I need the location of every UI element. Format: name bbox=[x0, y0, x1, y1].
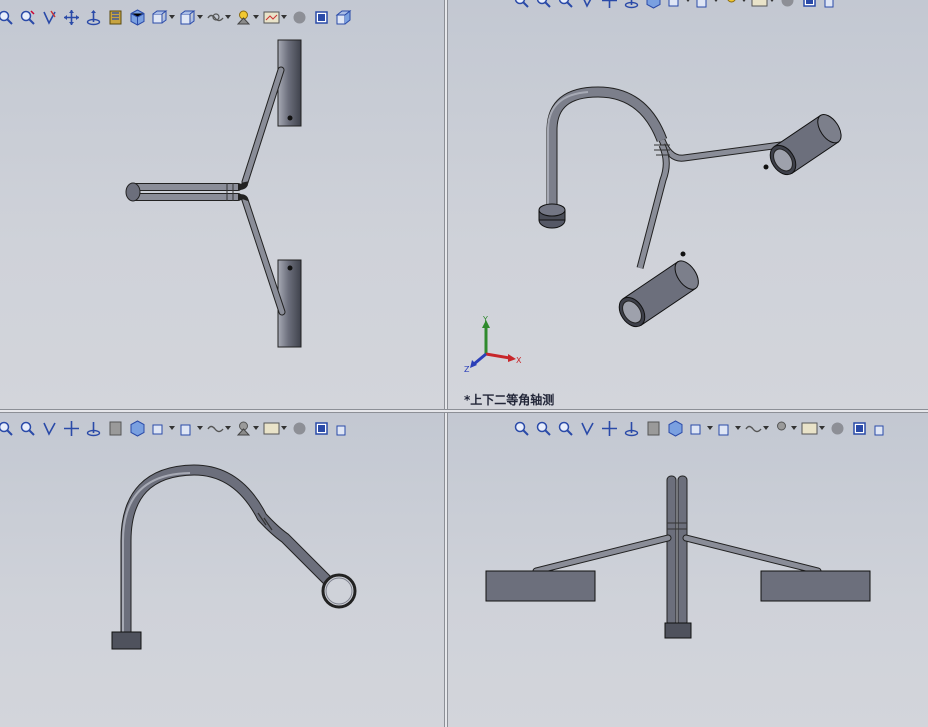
top-view-viewport[interactable] bbox=[0, 0, 444, 409]
front-view-viewport[interactable] bbox=[0, 413, 444, 727]
axis-x-label: X bbox=[516, 356, 522, 365]
coordinate-triad: Y X Z bbox=[464, 315, 522, 374]
viewport-splitter-horizontal[interactable] bbox=[0, 409, 928, 413]
view-orientation-label: *上下二等角轴测 bbox=[464, 393, 555, 407]
front-view-model bbox=[111, 464, 357, 650]
axis-z-label: Z bbox=[464, 365, 470, 374]
side-view-model bbox=[485, 475, 871, 639]
viewport-splitter-vertical[interactable] bbox=[444, 0, 448, 727]
axis-y-label: Y bbox=[482, 315, 488, 324]
side-view-viewport[interactable] bbox=[448, 413, 928, 727]
top-view-model bbox=[125, 39, 302, 348]
isometric-viewport[interactable]: Y X Z *上下二等角轴测 bbox=[448, 0, 928, 409]
